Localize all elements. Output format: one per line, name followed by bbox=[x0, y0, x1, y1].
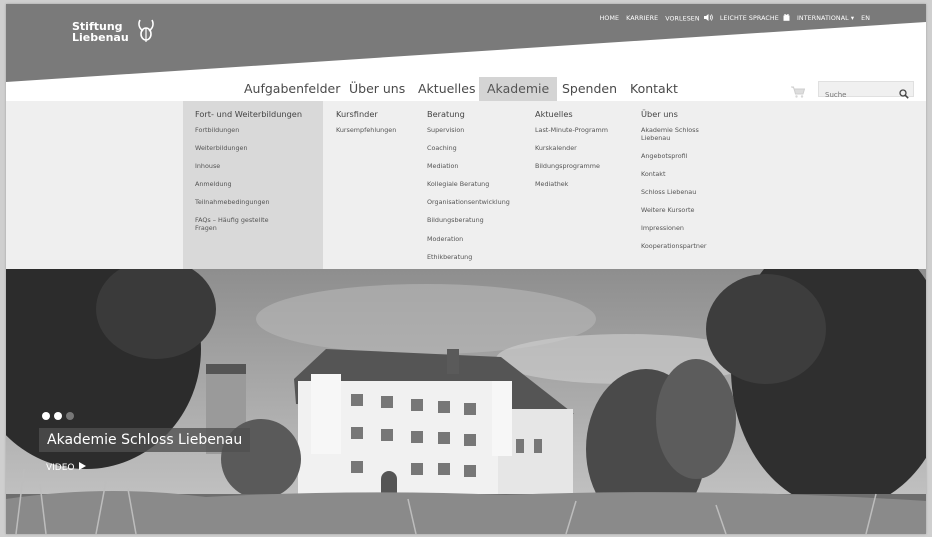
topnav-leichte-label: LEICHTE SPRACHE bbox=[719, 15, 779, 22]
mega-link[interactable]: Angebotsprofil bbox=[641, 152, 733, 161]
hero-image bbox=[6, 269, 926, 534]
mega-column-beratung: Beratung Supervision Coaching Mediation … bbox=[427, 109, 519, 272]
site-header: Stiftung Liebenau HOME KARRIERE VORLESEN bbox=[6, 4, 926, 84]
mega-link[interactable]: Akademie Schloss Liebenau bbox=[641, 126, 711, 142]
slider-dots bbox=[42, 412, 74, 420]
nav-akademie[interactable]: Akademie bbox=[479, 77, 558, 101]
mega-link[interactable]: Impressionen bbox=[641, 224, 733, 233]
mega-link[interactable]: Schloss Liebenau bbox=[641, 188, 733, 197]
mega-column-fortbildungen: Fort- und Weiterbildungen Fortbildungen … bbox=[195, 109, 302, 243]
mega-link[interactable]: Ethikberatung bbox=[427, 253, 519, 262]
nav-aktuelles[interactable]: Aktuelles bbox=[418, 77, 475, 101]
mega-link[interactable]: Last-Minute-Programm bbox=[535, 126, 627, 135]
video-link[interactable]: VIDEO bbox=[46, 462, 86, 473]
topnav-home[interactable]: HOME bbox=[600, 15, 620, 22]
mega-link[interactable]: Mediation bbox=[427, 163, 519, 171]
nav-aufgabenfelder[interactable]: Aufgabenfelder bbox=[244, 77, 340, 101]
mega-link[interactable]: Anmeldung bbox=[195, 181, 287, 189]
mega-link[interactable]: Coaching bbox=[427, 144, 519, 153]
topnav-vorlesen[interactable]: VORLESEN bbox=[665, 13, 713, 23]
mega-link[interactable]: Kursempfehlungen bbox=[336, 126, 428, 135]
topnav-vorlesen-label: VORLESEN bbox=[665, 15, 700, 22]
hero-caption: Akademie Schloss Liebenau bbox=[39, 428, 251, 452]
mega-link[interactable]: Weitere Kursorte bbox=[641, 206, 733, 215]
slider-dot[interactable] bbox=[54, 412, 62, 420]
mega-link[interactable]: Organisationsentwicklung bbox=[427, 199, 519, 207]
mega-column-aktuelles: Aktuelles Last-Minute-Programm Kurskalen… bbox=[535, 109, 627, 199]
mega-link[interactable]: Mediathek bbox=[535, 181, 627, 189]
mega-link[interactable]: Fortbildungen bbox=[195, 126, 287, 135]
mega-link[interactable]: Moderation bbox=[427, 235, 519, 244]
site-logo[interactable]: Stiftung Liebenau bbox=[72, 18, 158, 48]
page: Stiftung Liebenau HOME KARRIERE VORLESEN bbox=[6, 4, 926, 534]
mega-link[interactable]: Bildungsprogramme bbox=[535, 163, 627, 171]
gift-icon bbox=[783, 13, 790, 23]
slider-dot[interactable] bbox=[66, 412, 74, 420]
search-box bbox=[818, 81, 914, 102]
mega-link[interactable]: Kollegiale Beratung bbox=[427, 181, 519, 189]
mega-link[interactable]: Inhouse bbox=[195, 163, 287, 171]
top-navigation: HOME KARRIERE VORLESEN LEICHTE SPRACHE I… bbox=[600, 13, 870, 23]
search-input[interactable] bbox=[819, 88, 893, 102]
mega-link[interactable]: Supervision bbox=[427, 126, 519, 135]
speaker-icon bbox=[703, 13, 713, 23]
topnav-international[interactable]: INTERNATIONAL ▾ bbox=[797, 15, 854, 22]
mega-column-heading[interactable]: Aktuelles bbox=[535, 109, 627, 119]
topnav-leichte-sprache[interactable]: LEICHTE SPRACHE bbox=[720, 13, 790, 23]
slider-dot[interactable] bbox=[42, 412, 50, 420]
video-label: VIDEO bbox=[46, 462, 75, 473]
mega-link[interactable]: Weiterbildungen bbox=[195, 144, 287, 153]
nav-ueber-uns[interactable]: Über uns bbox=[349, 77, 405, 101]
mega-column-heading[interactable]: Kursfinder bbox=[336, 109, 428, 119]
mega-column-heading[interactable]: Fort- und Weiterbildungen bbox=[195, 109, 302, 119]
mega-column-heading[interactable]: Beratung bbox=[427, 109, 519, 119]
mega-link[interactable]: FAQs – Häufig gestellte Fragen bbox=[195, 217, 287, 232]
topnav-en[interactable]: EN bbox=[861, 15, 870, 22]
mega-link[interactable]: Bildungsberatung bbox=[427, 217, 519, 225]
mega-column-ueber-uns: Über uns Akademie Schloss Liebenau Angeb… bbox=[641, 109, 733, 261]
nav-spenden[interactable]: Spenden bbox=[562, 77, 617, 101]
mega-link[interactable]: Kooperationspartner bbox=[641, 243, 733, 251]
mega-link[interactable]: Teilnahmebedingungen bbox=[195, 199, 287, 207]
logo-text: Stiftung Liebenau bbox=[72, 21, 129, 43]
nav-kontakt[interactable]: Kontakt bbox=[630, 77, 678, 101]
cart-icon[interactable] bbox=[791, 83, 806, 102]
logo-icon bbox=[134, 18, 158, 48]
mega-column-heading[interactable]: Über uns bbox=[641, 109, 733, 119]
main-navigation: Aufgabenfelder Über uns Aktuelles Akadem… bbox=[6, 77, 926, 101]
mega-column-kursfinder: Kursfinder Kursempfehlungen bbox=[336, 109, 428, 145]
hero-slider[interactable] bbox=[6, 269, 926, 534]
logo-line-2: Liebenau bbox=[72, 31, 129, 44]
play-icon bbox=[78, 462, 86, 473]
topnav-karriere[interactable]: KARRIERE bbox=[626, 15, 658, 22]
mega-link[interactable]: Kurskalender bbox=[535, 144, 627, 153]
akademie-mega-menu: Fort- und Weiterbildungen Fortbildungen … bbox=[6, 101, 926, 269]
mega-link[interactable]: Kontakt bbox=[641, 170, 733, 179]
